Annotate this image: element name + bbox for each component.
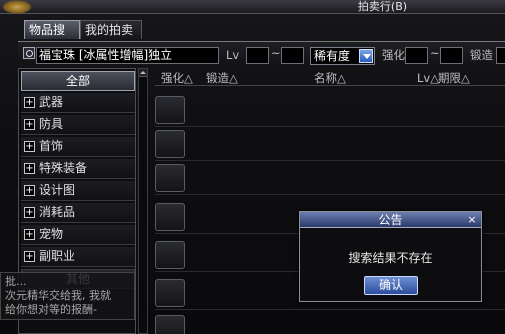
item-slot[interactable] xyxy=(155,241,185,269)
tab-my-auctions[interactable]: 我的拍卖品 xyxy=(80,20,142,55)
category-label: 消耗品 xyxy=(39,205,76,219)
dialog-message: 搜索结果不存在 xyxy=(348,251,433,265)
category-label: 副职业 xyxy=(39,249,76,263)
lv-max-input[interactable] xyxy=(281,47,304,64)
dialog-title: 公告 xyxy=(378,213,403,227)
lv-label: Lv xyxy=(226,48,240,62)
category-label: 设计图 xyxy=(39,183,76,197)
expand-plus-icon[interactable]: + xyxy=(24,97,35,108)
tab-item-search[interactable]: 物品搜索 xyxy=(24,20,80,55)
close-icon[interactable]: × xyxy=(466,214,478,226)
result-row[interactable] xyxy=(155,127,505,161)
item-slot[interactable] xyxy=(155,96,185,124)
column-duration[interactable]: 期限△ xyxy=(438,70,470,86)
category-item-special-equipment[interactable]: + 特殊装备 xyxy=(21,159,135,179)
forge-label: 锻造 xyxy=(470,48,493,62)
result-row[interactable] xyxy=(155,312,505,334)
auction-window: 拍卖行(B) 物品搜索 我的拍卖品 福宝珠 [冰属性增幅]独立 Lv ~ 稀有度… xyxy=(0,0,505,334)
column-forge[interactable]: 锻造△ xyxy=(206,70,238,86)
lv-min-input[interactable] xyxy=(246,47,269,64)
forge-min-input[interactable] xyxy=(496,47,505,64)
category-item-blueprints[interactable]: + 设计图 xyxy=(21,181,135,201)
category-item-subclass[interactable]: + 副职业 xyxy=(21,247,135,267)
category-scrollbar[interactable] xyxy=(138,68,148,334)
category-item-all[interactable]: 全部 xyxy=(21,71,135,91)
scroll-up-arrow-icon[interactable] xyxy=(139,69,147,77)
expand-plus-icon[interactable]: + xyxy=(24,119,35,130)
category-label: 防具 xyxy=(39,117,64,131)
hint-line: 给你想对等的报酬- xyxy=(5,303,97,316)
expand-plus-icon[interactable]: + xyxy=(24,229,35,240)
column-enhance[interactable]: 强化△ xyxy=(161,70,193,86)
column-lv[interactable]: Lv△ xyxy=(417,70,439,86)
enhance-max-input[interactable] xyxy=(440,47,463,64)
result-row[interactable] xyxy=(155,161,505,195)
expand-plus-icon[interactable]: + xyxy=(24,185,35,196)
sort-dropdown[interactable]: 稀有度 xyxy=(310,47,375,65)
category-label: 首饰 xyxy=(39,139,64,153)
expand-plus-icon[interactable]: + xyxy=(24,207,35,218)
search-icon[interactable] xyxy=(23,47,35,59)
confirm-button[interactable]: 确认 xyxy=(364,276,418,295)
item-slot[interactable] xyxy=(155,279,185,307)
hint-line: 批... xyxy=(5,275,27,288)
hint-line: 次元精华交给我, 我就 xyxy=(5,289,111,302)
item-slot[interactable] xyxy=(155,203,185,231)
window-title: 拍卖行(B) xyxy=(357,0,408,13)
enhance-range-separator: ~ xyxy=(430,46,440,60)
chevron-down-icon[interactable] xyxy=(359,49,373,63)
column-name[interactable]: 名称△ xyxy=(314,70,346,86)
item-slot[interactable] xyxy=(155,164,185,192)
title-bar: 拍卖行(B) xyxy=(0,0,505,14)
item-slot[interactable] xyxy=(155,315,185,334)
enhance-min-input[interactable] xyxy=(405,47,428,64)
category-item-jewelry[interactable]: + 首饰 xyxy=(21,137,135,157)
expand-plus-icon[interactable]: + xyxy=(24,251,35,262)
category-item-armor[interactable]: + 防具 xyxy=(21,115,135,135)
expand-plus-icon[interactable]: + xyxy=(24,141,35,152)
category-label: 特殊装备 xyxy=(39,161,88,175)
npc-hint-tooltip: 批... 次元精华交给我, 我就 给你想对等的报酬- xyxy=(0,272,135,320)
results-header: 强化△ 锻造△ 名称△ Lv△ 期限△ xyxy=(155,70,505,86)
dialog-header: 公告 × xyxy=(300,212,481,228)
category-label: 全部 xyxy=(65,74,90,88)
category-label: 武器 xyxy=(39,95,64,109)
category-item-consumables[interactable]: + 消耗品 xyxy=(21,203,135,223)
item-name-input[interactable]: 福宝珠 [冰属性增幅]独立 xyxy=(36,47,219,64)
result-row[interactable] xyxy=(155,93,505,127)
expand-plus-icon[interactable]: + xyxy=(24,163,35,174)
category-label: 宠物 xyxy=(39,227,64,241)
sort-selected-value: 稀有度 xyxy=(314,49,351,63)
enhance-label: 强化 xyxy=(382,48,405,62)
category-item-pets[interactable]: + 宠物 xyxy=(21,225,135,245)
lv-range-separator: ~ xyxy=(271,46,281,60)
item-slot[interactable] xyxy=(155,130,185,158)
notice-dialog: 公告 × 搜索结果不存在 确认 xyxy=(299,211,482,302)
category-item-weapons[interactable]: + 武器 xyxy=(21,93,135,113)
